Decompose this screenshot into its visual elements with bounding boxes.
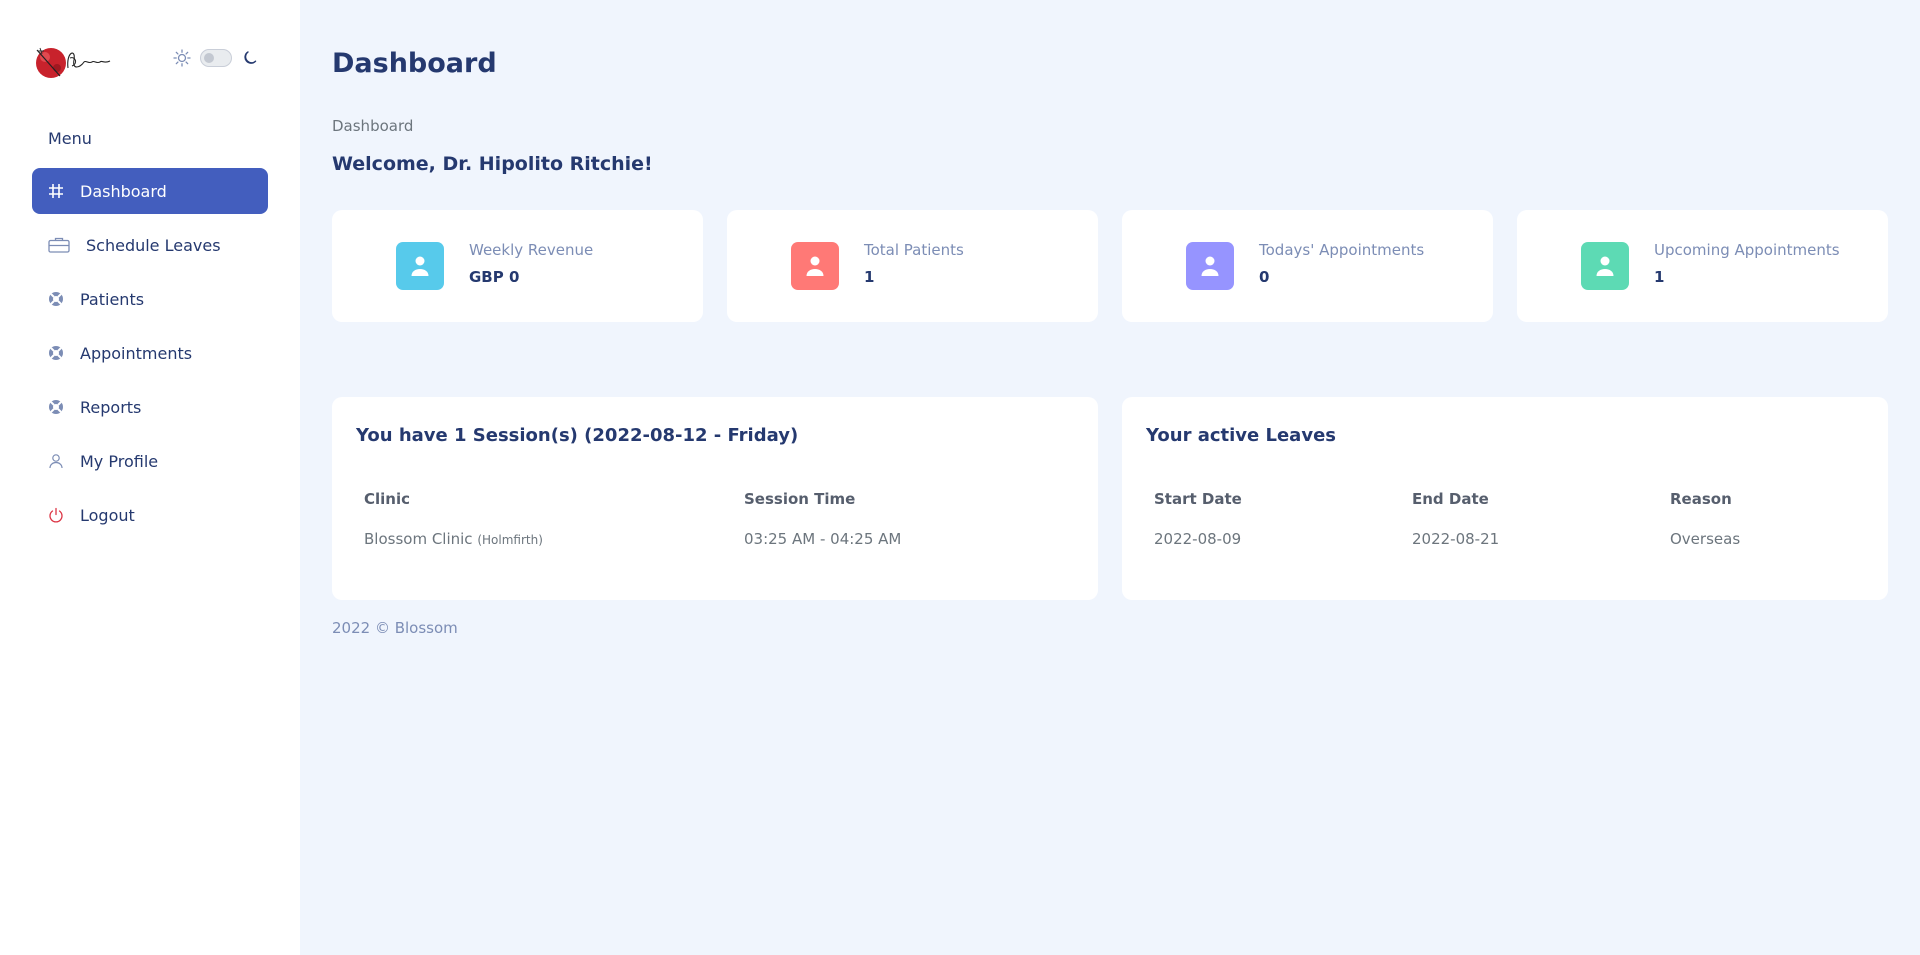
stat-value: 1 [864, 268, 875, 286]
theme-switch[interactable] [200, 49, 232, 67]
main-content: Dashboard Dashboard Welcome, Dr. Hipolit… [300, 0, 1920, 955]
clinic-name: Blossom Clinic [364, 530, 473, 548]
sidebar-item-schedule-leaves[interactable]: Schedule Leaves [32, 222, 268, 268]
clinic-location: (Holmfirth) [477, 533, 543, 547]
menu-title: Menu [48, 129, 92, 148]
stat-value: 0 [1259, 268, 1270, 286]
sidebar-item-label: Reports [80, 397, 142, 417]
sidebar-item-reports[interactable]: Reports [32, 384, 268, 430]
lifebuoy-icon [48, 345, 64, 361]
column-header-start-date: Start Date [1154, 490, 1242, 508]
stat-value: GBP 0 [469, 268, 520, 286]
leaves-title: Your active Leaves [1146, 425, 1336, 446]
power-icon [48, 507, 64, 523]
leave-end-cell: 2022-08-21 [1412, 530, 1500, 548]
sun-icon [173, 49, 191, 67]
stat-label: Total Patients [864, 241, 964, 259]
sidebar: Menu Dashboard Schedule Leaves Patients … [0, 0, 300, 955]
user-icon [791, 242, 839, 290]
column-header-reason: Reason [1670, 490, 1732, 508]
stat-card-todays-appointments: Todays' Appointments 0 [1122, 210, 1493, 322]
user-icon [396, 242, 444, 290]
lifebuoy-icon [48, 291, 64, 307]
stat-label: Todays' Appointments [1259, 241, 1425, 259]
sidebar-item-label: Logout [80, 505, 135, 525]
breadcrumb[interactable]: Dashboard [332, 117, 413, 135]
footer-copyright: 2022 © Blossom [332, 619, 458, 637]
stat-label: Weekly Revenue [469, 241, 594, 259]
leave-start-cell: 2022-08-09 [1154, 530, 1242, 548]
column-header-clinic: Clinic [364, 490, 411, 508]
sidebar-item-my-profile[interactable]: My Profile [32, 438, 268, 484]
sidebar-item-patients[interactable]: Patients [32, 276, 268, 322]
sidebar-item-logout[interactable]: Logout [32, 492, 268, 538]
briefcase-icon [48, 237, 70, 253]
stat-card-weekly-revenue: Weekly Revenue GBP 0 [332, 210, 703, 322]
sidebar-item-label: Schedule Leaves [86, 235, 221, 255]
stat-value: 1 [1654, 268, 1665, 286]
stat-card-total-patients: Total Patients 1 [727, 210, 1098, 322]
sidebar-item-label: Dashboard [80, 181, 167, 201]
leave-reason-cell: Overseas [1670, 530, 1741, 548]
sidebar-item-label: My Profile [80, 451, 159, 471]
sidebar-item-label: Appointments [80, 343, 193, 363]
welcome-message: Welcome, Dr. Hipolito Ritchie! [332, 153, 653, 175]
theme-toggle [172, 48, 260, 68]
user-icon [1581, 242, 1629, 290]
session-time-cell: 03:25 AM - 04:25 AM [744, 530, 902, 548]
blossom-logo-icon [36, 47, 111, 78]
lifebuoy-icon [48, 399, 64, 415]
grid-icon [48, 183, 64, 199]
sessions-title: You have 1 Session(s) (2022-08-12 - Frid… [356, 425, 799, 446]
column-header-end-date: End Date [1412, 490, 1489, 508]
session-clinic-cell: Blossom Clinic (Holmfirth) [364, 530, 543, 548]
sidebar-item-dashboard[interactable]: Dashboard [32, 168, 268, 214]
sessions-panel: You have 1 Session(s) (2022-08-12 - Frid… [332, 397, 1098, 600]
sidebar-item-label: Patients [80, 289, 145, 309]
theme-switch-knob [204, 53, 214, 63]
brand-logo[interactable] [32, 38, 118, 84]
user-icon [1186, 242, 1234, 290]
stat-label: Upcoming Appointments [1654, 241, 1840, 259]
page-title: Dashboard [332, 48, 497, 79]
sidebar-menu: Dashboard Schedule Leaves Patients Appoi… [32, 168, 268, 546]
stat-card-upcoming-appointments: Upcoming Appointments 1 [1517, 210, 1888, 322]
leaves-panel: Your active Leaves Start Date End Date R… [1122, 397, 1888, 600]
moon-icon [244, 51, 257, 64]
column-header-session-time: Session Time [744, 490, 856, 508]
sidebar-item-appointments[interactable]: Appointments [32, 330, 268, 376]
person-icon [48, 453, 64, 469]
